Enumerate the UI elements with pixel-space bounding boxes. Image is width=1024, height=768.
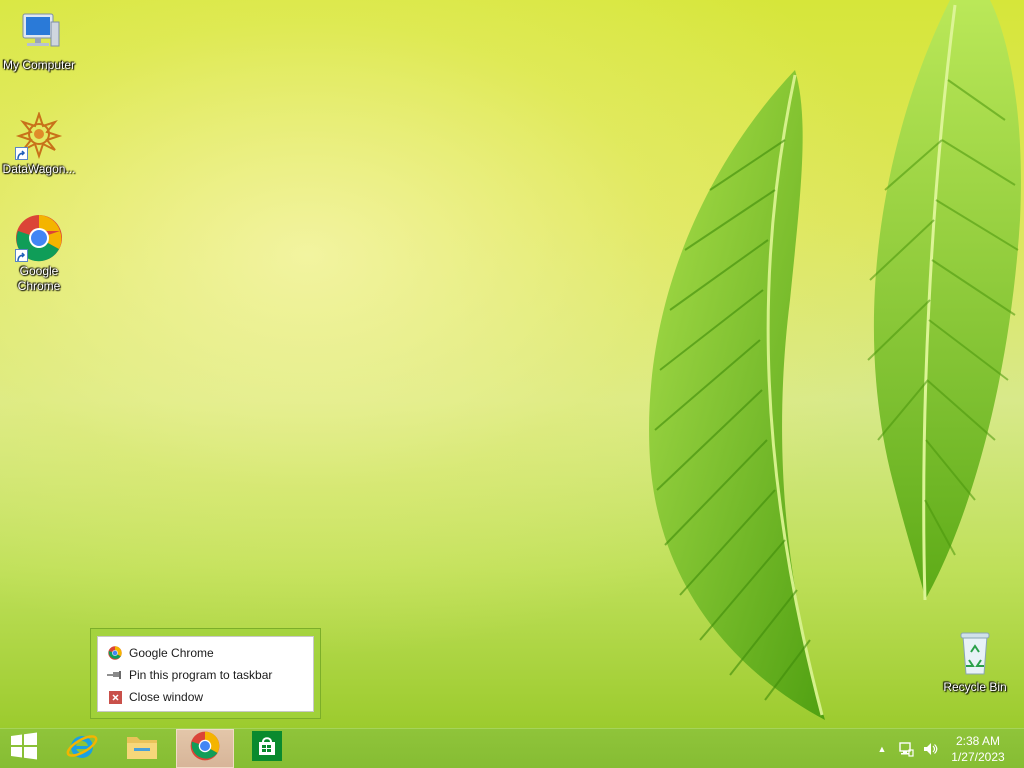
volume-icon[interactable]	[921, 740, 939, 758]
taskbar-internet-explorer[interactable]	[53, 729, 111, 768]
clock-date: 1/27/2023	[951, 750, 1005, 764]
desktop-icon-label: Recycle Bin	[943, 680, 1007, 694]
taskbar-google-chrome[interactable]	[176, 729, 234, 768]
shortcut-arrow-icon	[15, 249, 28, 262]
menu-item-close-window[interactable]: Close window	[98, 686, 313, 708]
store-icon	[252, 731, 282, 766]
wallpaper-leaf-left	[649, 70, 825, 720]
chrome-icon	[107, 645, 123, 661]
desktop-icon-google-chrome[interactable]: Google Chrome	[0, 214, 78, 294]
desktop-icon-label: Google Chrome	[17, 264, 61, 293]
menu-item-label: Close window	[129, 690, 204, 704]
clock-time: 2:38 AM	[955, 734, 1001, 748]
windows-logo-icon	[10, 732, 38, 765]
context-menu-list: Google Chrome Pin this program to taskba…	[97, 636, 314, 712]
desktop-icon-label: DataWagon...	[2, 162, 76, 176]
close-icon	[107, 689, 123, 705]
pin-icon	[107, 667, 123, 683]
ie-icon	[65, 729, 99, 768]
chrome-icon	[190, 731, 220, 766]
recycle-bin-icon	[951, 630, 999, 678]
desktop-icon-recycle-bin[interactable]: Recycle Bin	[936, 630, 1014, 695]
menu-item-label: Pin this program to taskbar	[129, 668, 273, 682]
taskbar-store[interactable]	[238, 729, 296, 768]
menu-item-pin-to-taskbar[interactable]: Pin this program to taskbar	[98, 664, 313, 686]
datawagon-icon	[15, 110, 63, 160]
folder-icon	[125, 731, 159, 766]
chrome-icon	[15, 214, 63, 262]
show-hidden-icons-chevron-up-icon[interactable]: ▲	[873, 740, 891, 758]
desktop-icon-datawagon[interactable]: DataWagon...	[0, 110, 78, 177]
desktop-icon-label: My Computer	[2, 58, 76, 72]
taskbar: ▲ 2:38 AM 1/27/2023	[0, 728, 1024, 768]
start-button[interactable]	[0, 729, 48, 768]
taskbar-context-menu: Google Chrome Pin this program to taskba…	[90, 628, 321, 719]
wallpaper-leaf-right	[867, 0, 1021, 601]
taskbar-file-explorer[interactable]	[113, 729, 171, 768]
computer-icon	[15, 8, 63, 56]
shortcut-arrow-icon	[15, 147, 28, 160]
menu-item-label: Google Chrome	[129, 646, 214, 660]
taskbar-clock[interactable]: 2:38 AM 1/27/2023	[948, 733, 1008, 765]
desktop-icon-my-computer[interactable]: My Computer	[0, 8, 78, 73]
network-icon[interactable]	[897, 740, 915, 758]
menu-item-google-chrome[interactable]: Google Chrome	[98, 642, 313, 664]
desktop: My Computer DataWagon... Google Chrome R…	[0, 0, 1024, 728]
